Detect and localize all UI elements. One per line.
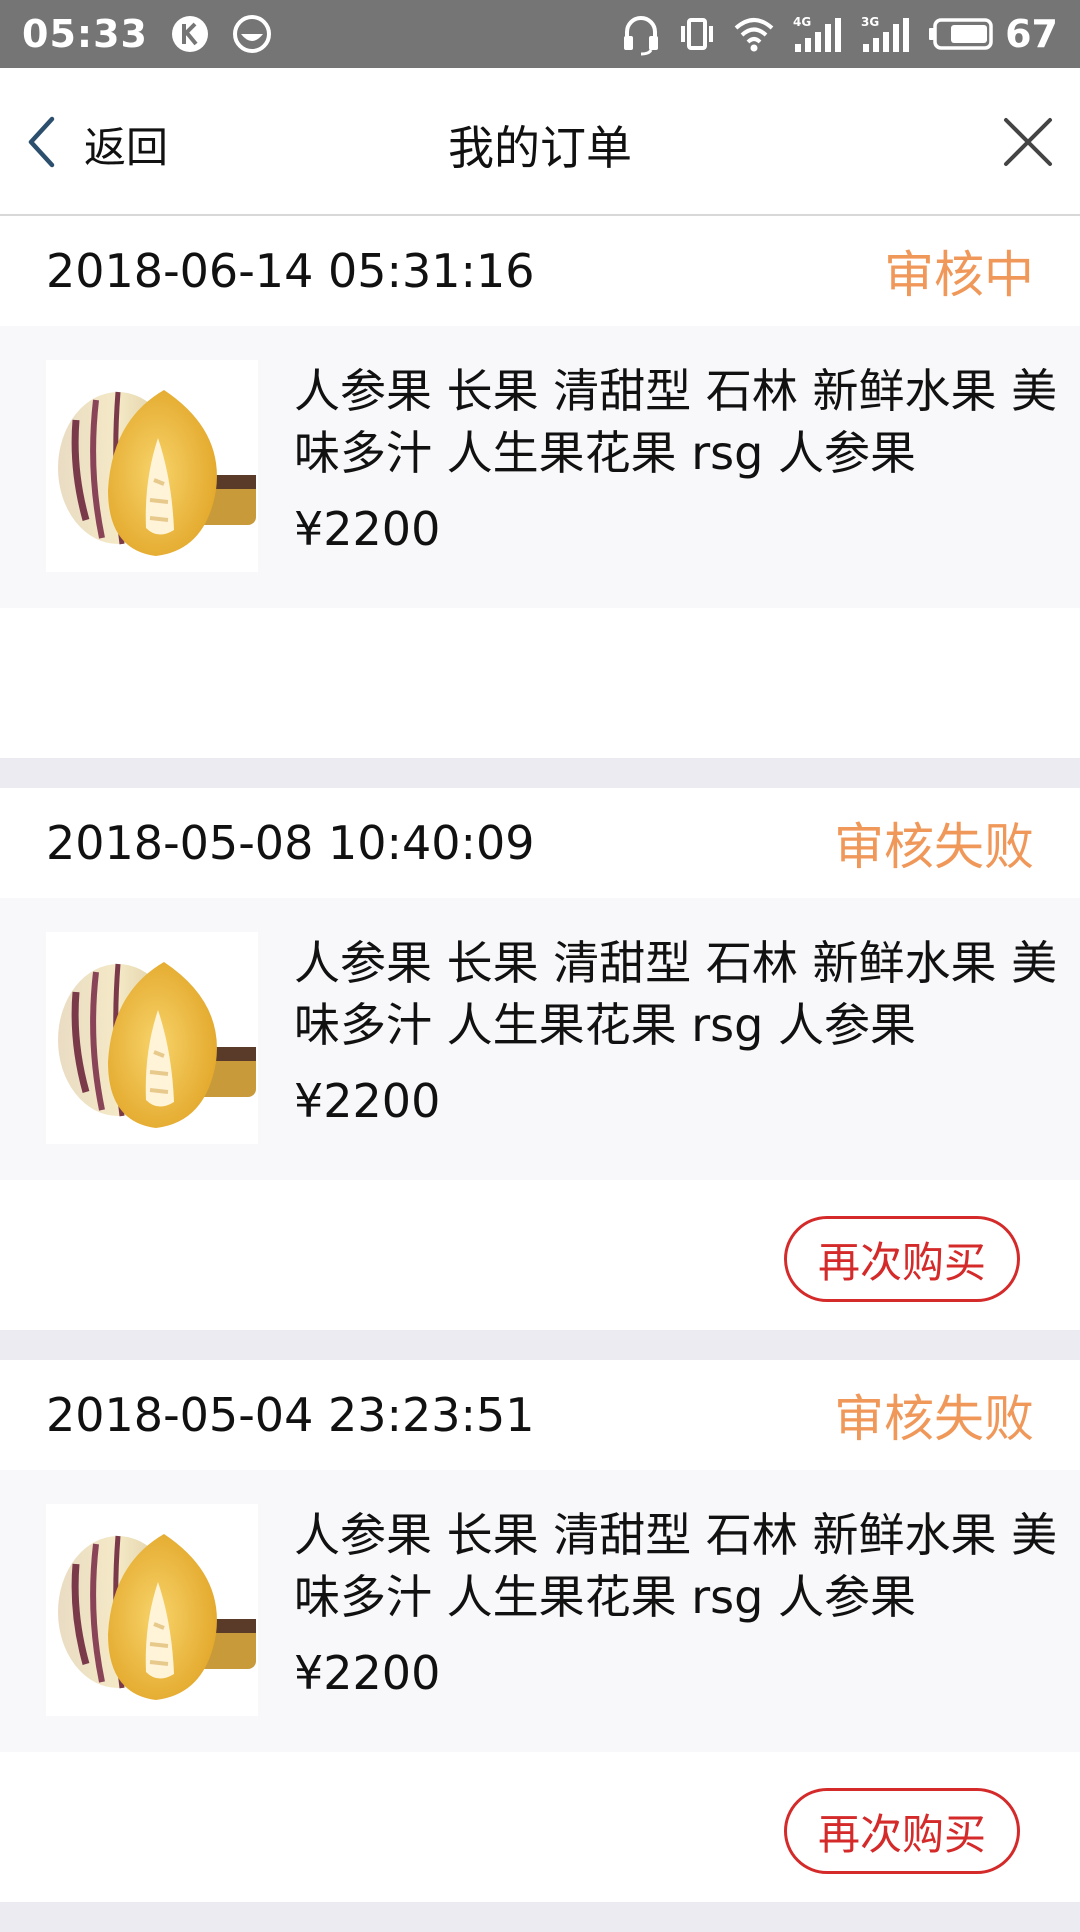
product-title: 人参果 长果 清甜型 石林 新鲜水果 美味多汁 人生果花果 rsg 人参果	[294, 1508, 1058, 1624]
product-thumbnail	[46, 360, 258, 572]
order-card: 2018-06-14 05:31:16 审核中 人参果 长果 清甜型 石林 新鲜…	[0, 216, 1080, 758]
order-divider	[0, 1330, 1080, 1360]
item-info: 人参果 长果 清甜型 石林 新鲜水果 美味多汁 人生果花果 rsg 人参果 ¥2…	[294, 1504, 1080, 1700]
rebuy-button[interactable]: 再次购买	[784, 1216, 1020, 1302]
page-title: 我的订单	[448, 121, 632, 175]
order-time: 2018-05-08 10:40:09	[46, 816, 535, 870]
close-icon	[1002, 118, 1054, 172]
item-info: 人参果 长果 清甜型 石林 新鲜水果 美味多汁 人生果花果 rsg 人参果 ¥2…	[294, 932, 1080, 1128]
product-title: 人参果 长果 清甜型 石林 新鲜水果 美味多汁 人生果花果 rsg 人参果	[294, 364, 1058, 480]
order-list: 2018-06-14 05:31:16 审核中 人参果 长果 清甜型 石林 新鲜…	[0, 216, 1080, 1932]
signal-3g-icon: 3G	[859, 14, 911, 54]
product-thumbnail	[46, 1504, 258, 1716]
product-price: ¥2200	[294, 1074, 441, 1128]
status-bar: 05:33 4G 3G 67	[0, 0, 1080, 68]
order-time: 2018-06-14 05:31:16	[46, 244, 535, 298]
vibrate-icon	[677, 14, 717, 54]
order-time: 2018-05-04 23:23:51	[46, 1388, 535, 1442]
network-3g-label: 3G	[861, 15, 879, 29]
product-price: ¥2200	[294, 502, 441, 556]
network-4g-label: 4G	[793, 15, 811, 29]
product-price: ¥2200	[294, 1646, 441, 1700]
rebuy-button[interactable]: 再次购买	[784, 1788, 1020, 1874]
status-time: 05:33	[22, 12, 148, 56]
k-app-icon	[170, 14, 210, 54]
order-item[interactable]: 人参果 长果 清甜型 石林 新鲜水果 美味多汁 人生果花果 rsg 人参果 ¥2…	[0, 1470, 1080, 1752]
order-header: 2018-05-08 10:40:09 审核失败	[0, 788, 1080, 898]
headset-icon	[621, 12, 661, 56]
nav-bar: 返回 我的订单	[0, 68, 1080, 216]
signal-4g-icon: 4G	[791, 14, 843, 54]
order-card: 2018-05-08 10:40:09 审核失败 人参果 长果 清甜型 石林 新…	[0, 788, 1080, 1330]
order-footer: 再次购买	[0, 1180, 1080, 1330]
product-title: 人参果 长果 清甜型 石林 新鲜水果 美味多汁 人生果花果 rsg 人参果	[294, 936, 1058, 1052]
order-item[interactable]: 人参果 长果 清甜型 石林 新鲜水果 美味多汁 人生果花果 rsg 人参果 ¥2…	[0, 326, 1080, 608]
order-card: 2018-05-04 23:23:51 审核失败 人参果 长果 清甜型 石林 新…	[0, 1360, 1080, 1902]
order-status: 审核失败	[834, 818, 1034, 876]
order-header: 2018-06-14 05:31:16 审核中	[0, 216, 1080, 326]
close-button[interactable]	[1002, 116, 1054, 168]
product-thumbnail	[46, 932, 258, 1144]
order-header: 2018-05-04 23:23:51 审核失败	[0, 1360, 1080, 1470]
item-info: 人参果 长果 清甜型 石林 新鲜水果 美味多汁 人生果花果 rsg 人参果 ¥2…	[294, 360, 1080, 556]
order-footer: 再次购买	[0, 1752, 1080, 1902]
battery-level: 67	[1005, 12, 1058, 56]
order-divider	[0, 1902, 1080, 1932]
wifi-icon	[733, 16, 775, 52]
order-divider	[0, 758, 1080, 788]
order-footer	[0, 608, 1080, 758]
order-status: 审核中	[884, 246, 1034, 304]
battery-icon	[927, 16, 995, 52]
order-item[interactable]: 人参果 长果 清甜型 石林 新鲜水果 美味多汁 人生果花果 rsg 人参果 ¥2…	[0, 898, 1080, 1180]
order-status: 审核失败	[834, 1390, 1034, 1448]
smile-app-icon	[232, 14, 272, 54]
